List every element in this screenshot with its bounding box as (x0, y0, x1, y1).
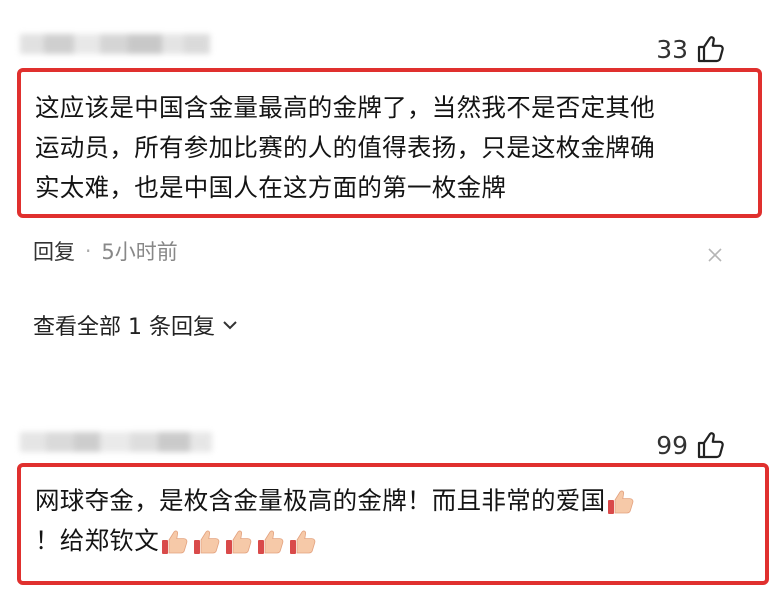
thumbs-up-emoji-icon (290, 530, 316, 554)
thumbs-up-emoji-icon (162, 530, 188, 554)
chevron-down-icon (223, 321, 237, 330)
comment-highlight-box: 网球夺金，是枚含金量极高的金牌！而且非常的爱国 ！给郑钦文 (17, 463, 769, 585)
comment-item: 99 网球夺金，是枚含金量极高的金牌！而且非常的爱国 ！给郑钦文 (0, 410, 776, 590)
close-icon[interactable] (706, 246, 724, 264)
thumbs-up-emoji-icon (608, 490, 634, 514)
thumbs-up-emoji-icon (258, 530, 284, 554)
view-all-replies-button[interactable]: 查看全部 1 条回复 (33, 309, 239, 341)
comment-line: 这应该是中国含金量最高的金牌了，当然我不是否定其他 (35, 93, 655, 122)
like-button[interactable]: 33 (656, 34, 726, 64)
like-count: 99 (656, 430, 688, 460)
comment-line: ！给郑钦文 (35, 521, 637, 561)
comment-line: 网球夺金，是枚含金量极高的金牌！而且非常的爱国 (35, 481, 637, 521)
view-replies-label: 查看全部 1 条回复 (33, 315, 215, 340)
meta-separator: · (85, 239, 92, 263)
comment-line: 实太难，也是中国人在这方面的第一枚金牌 (35, 173, 507, 202)
comment-timestamp: 5小时前 (101, 240, 178, 264)
comment-body: 这应该是中国含金量最高的金牌了，当然我不是否定其他 运动员，所有参加比赛的人的值… (35, 88, 655, 208)
comment-item: 33 这应该是中国含金量最高的金牌了，当然我不是否定其他 运动员，所有参加比赛的… (0, 0, 776, 410)
username-blurred[interactable] (20, 34, 210, 56)
comment-line-text: 网球夺金，是枚含金量极高的金牌！而且非常的爱国 (35, 486, 606, 515)
username-blurred[interactable] (20, 432, 212, 454)
comment-line: 运动员，所有参加比赛的人的值得表扬，只是这枚金牌确 (35, 133, 655, 162)
thumbs-up-emoji-icon (226, 530, 252, 554)
comment-line-text: ！给郑钦文 (35, 526, 159, 555)
comment-highlight-box: 这应该是中国含金量最高的金牌了，当然我不是否定其他 运动员，所有参加比赛的人的值… (17, 68, 762, 218)
thumbs-up-emoji-icon (194, 530, 220, 554)
like-button[interactable]: 99 (656, 430, 726, 460)
reply-button[interactable]: 回复 (33, 236, 75, 266)
like-count: 33 (656, 34, 688, 64)
comment-meta: 回复 · 5小时前 (33, 236, 178, 266)
comment-body: 网球夺金，是枚含金量极高的金牌！而且非常的爱国 ！给郑钦文 (35, 481, 637, 561)
thumbs-up-outline-icon (697, 36, 724, 63)
thumbs-up-outline-icon (697, 432, 724, 459)
